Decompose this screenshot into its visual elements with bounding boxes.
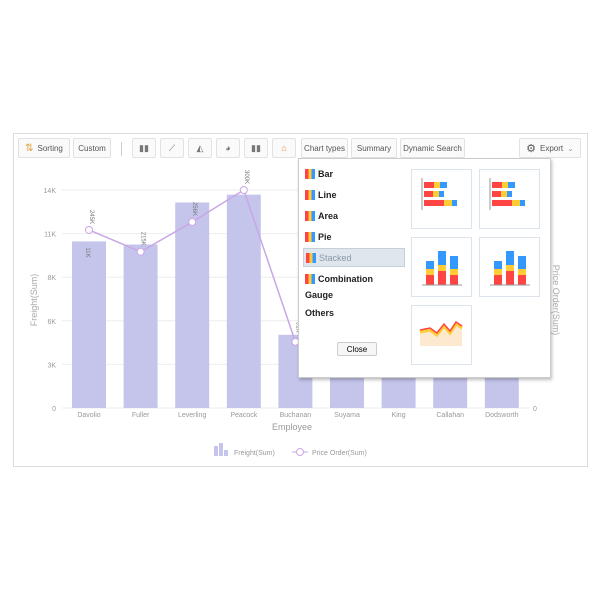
thumbnail-stacked-column-3d[interactable] xyxy=(479,237,540,297)
bar[interactable] xyxy=(72,241,106,408)
y-axis-title: Freight(Sum) xyxy=(29,274,39,327)
legend-label: Freight(Sum) xyxy=(234,450,275,457)
x-tick-label: Leverling xyxy=(178,412,207,419)
y-tick-label: 0 xyxy=(52,406,56,413)
menu-item-stacked[interactable]: Stacked xyxy=(303,248,405,267)
y-tick-label: 6K xyxy=(47,319,56,326)
bar-legend-icon xyxy=(224,450,228,456)
stacked-icon xyxy=(306,252,316,263)
y-tick-label: 8K xyxy=(47,275,56,282)
x-tick-label: Suyama xyxy=(334,412,360,419)
bar[interactable] xyxy=(175,202,210,408)
bar-icon xyxy=(305,168,315,179)
y-tick-label: 11K xyxy=(44,232,56,239)
thumbnail-stacked-area[interactable] xyxy=(411,305,472,365)
line-point[interactable] xyxy=(85,225,93,234)
x-tick-label: King xyxy=(392,412,406,419)
menu-item-others[interactable]: Others xyxy=(303,303,405,322)
line-icon xyxy=(305,189,315,200)
line-data-label: 256K xyxy=(191,202,197,216)
thumbnail-stacked-column[interactable] xyxy=(411,237,472,297)
y2-axis-title: Price Order(Sum) xyxy=(551,265,561,336)
pie-icon xyxy=(305,231,315,242)
x-tick-label: Peacock xyxy=(230,412,257,419)
line-data-label: 215K xyxy=(140,232,146,246)
thumbnail-stacked-horizontal-bar-3d[interactable] xyxy=(479,169,540,229)
y2-tick-label: 0 xyxy=(533,406,537,413)
menu-item-pie[interactable]: Pie xyxy=(303,227,405,246)
bar[interactable] xyxy=(123,244,158,409)
legend-item-freight[interactable]: Freight(Sum) xyxy=(214,443,275,457)
menu-item-gauge[interactable]: Gauge xyxy=(303,285,405,304)
area-icon xyxy=(305,210,315,221)
menu-item-bar[interactable]: Bar xyxy=(303,164,405,183)
combination-icon xyxy=(305,273,315,284)
close-button[interactable]: Close xyxy=(337,342,377,356)
x-tick-label: Callahan xyxy=(436,412,464,419)
legend-item-price-order[interactable]: Price Order(Sum) xyxy=(292,448,367,458)
menu-item-area[interactable]: Area xyxy=(303,206,405,225)
chart-types-popup: Bar Line Area Pie Stacked Combination Gauge Oth… xyxy=(298,158,551,378)
line-point[interactable] xyxy=(136,247,145,256)
x-tick-label: Davolio xyxy=(77,412,100,419)
bar-legend-icon xyxy=(219,443,223,456)
line-legend-marker xyxy=(296,448,304,456)
line-point[interactable] xyxy=(188,217,197,226)
y-tick-label: 14K xyxy=(44,188,57,195)
menu-item-line[interactable]: Line xyxy=(303,185,405,204)
x-tick-label: Buchanan xyxy=(280,412,312,419)
line-point[interactable] xyxy=(239,186,248,194)
line-data-label: 245K xyxy=(88,210,94,224)
x-axis-title: Employee xyxy=(272,422,312,432)
line-data-label: 300K xyxy=(243,170,249,184)
x-tick-label: Fuller xyxy=(132,412,150,419)
x-tick-label: Dodsworth xyxy=(485,412,519,419)
y-tick-label: 3K xyxy=(47,362,56,369)
bar-legend-icon xyxy=(214,446,218,456)
thumbnail-stacked-horizontal-bar[interactable] xyxy=(411,169,472,229)
legend-label: Price Order(Sum) xyxy=(312,450,367,457)
bar-data-label: 11K xyxy=(84,247,90,257)
